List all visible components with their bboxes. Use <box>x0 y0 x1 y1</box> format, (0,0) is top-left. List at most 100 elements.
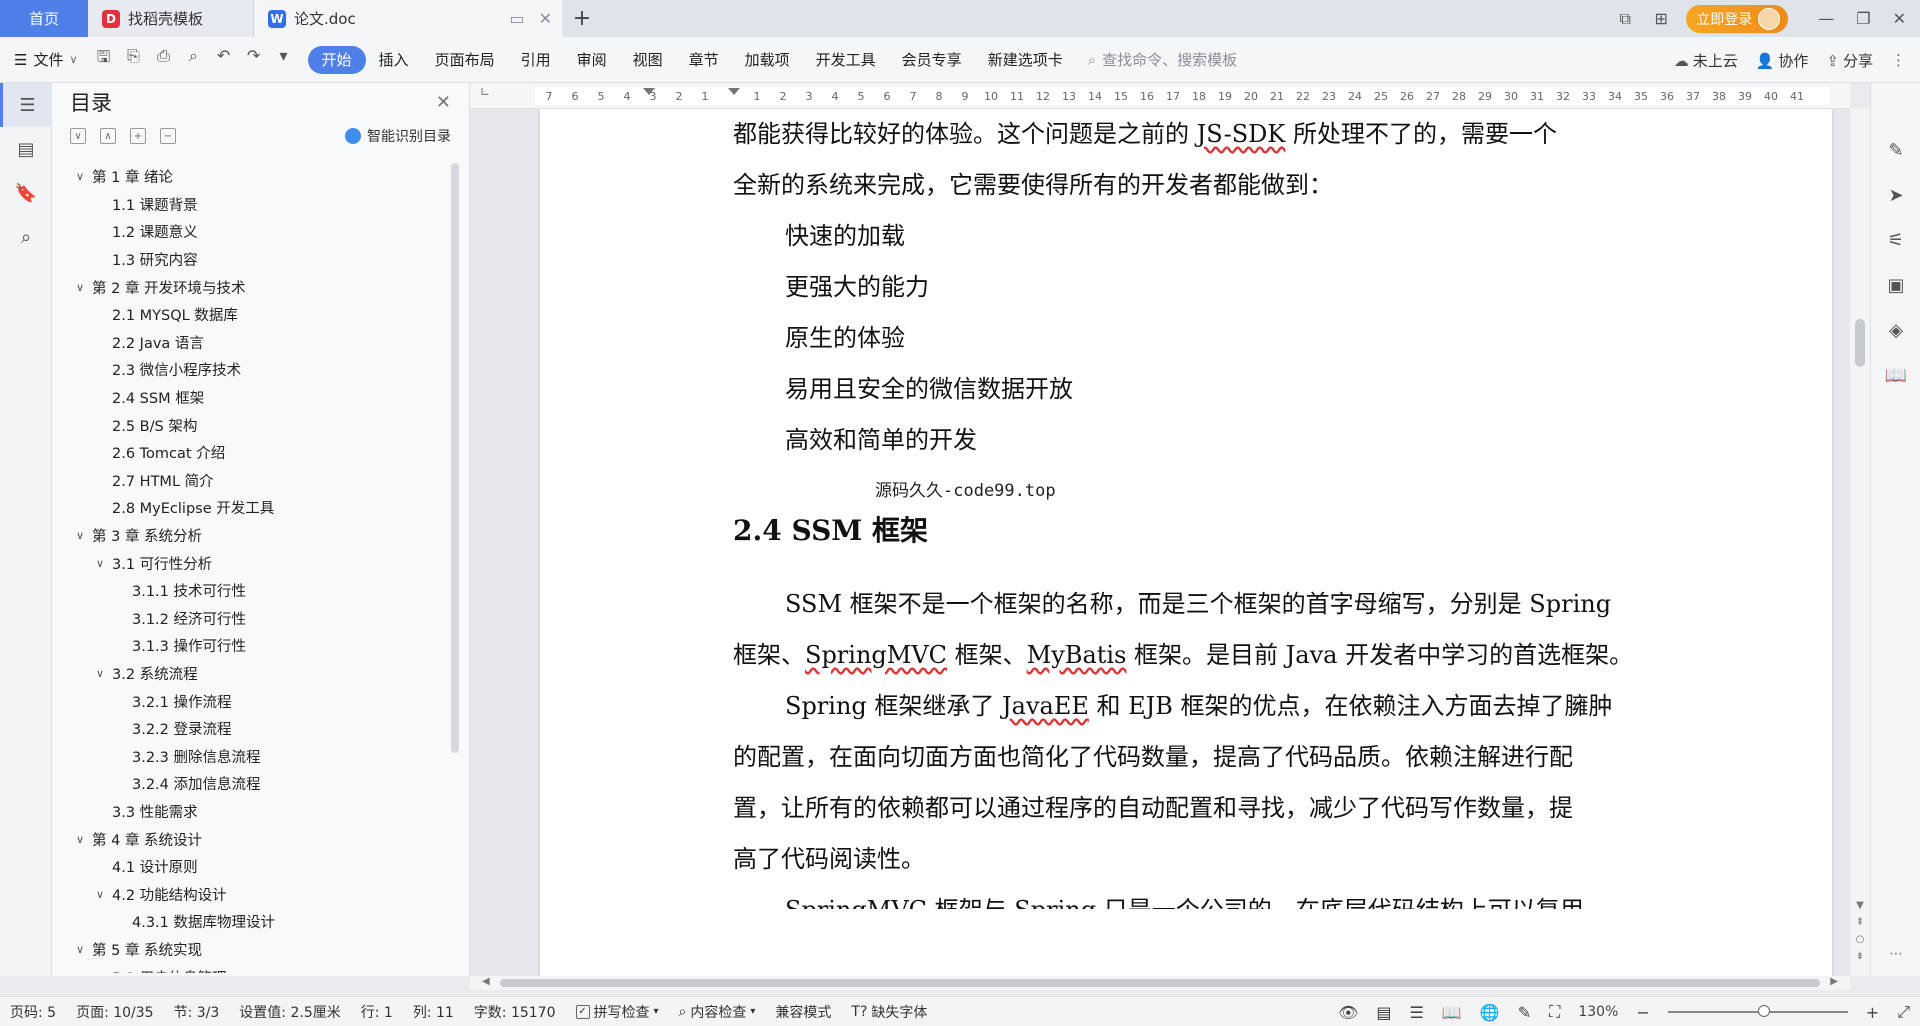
image-tool-icon[interactable]: ▣ <box>1871 263 1920 308</box>
print-icon[interactable]: ⎙ <box>154 46 174 73</box>
new-tab-button[interactable]: + <box>562 0 602 37</box>
smart-toc-button[interactable]: 智能识别目录 <box>345 126 451 146</box>
toc-item[interactable]: 3.1.2 经济可行性 <box>52 605 452 633</box>
tab-review[interactable]: 审阅 <box>564 46 620 74</box>
collapse-all-icon[interactable]: ∨ <box>70 128 86 144</box>
chevron-down-icon[interactable]: ∨ <box>72 833 88 846</box>
tab-insert[interactable]: 插入 <box>366 46 422 74</box>
toc-item[interactable]: ∨ 4.2 功能结构设计 <box>52 880 452 908</box>
tab-close-icon[interactable]: ✕ <box>539 9 552 28</box>
redo-icon[interactable]: ↷ <box>244 46 264 73</box>
missing-font-button[interactable]: T? 缺失字体 <box>851 1002 927 1022</box>
toc-item[interactable]: 2.3 微信小程序技术 <box>52 356 452 384</box>
undo-icon[interactable]: ↶ <box>214 46 234 73</box>
file-menu[interactable]: ☰ 文件 ∨ <box>14 49 78 70</box>
toc-item[interactable]: 2.4 SSM 框架 <box>52 384 452 412</box>
toc-item[interactable]: ∨ 第 5 章 系统实现 <box>52 936 452 964</box>
customize-toolbar-icon[interactable]: ▾ <box>274 46 294 73</box>
more-menu-icon[interactable]: ⋮ <box>1891 51 1906 69</box>
prev-page-icon[interactable]: ⇞ <box>1856 917 1864 928</box>
tab-page-layout[interactable]: 页面布局 <box>422 46 508 74</box>
login-button[interactable]: 立即登录 <box>1686 4 1789 33</box>
reading-view-icon[interactable]: 📖 <box>1442 1003 1462 1022</box>
properties-sliders-icon[interactable]: ⚟ <box>1871 218 1920 263</box>
right-rail-more-icon[interactable]: ⋯ <box>1871 946 1920 962</box>
cloud-status-button[interactable]: ☁ 未上云 <box>1674 50 1738 71</box>
document-content[interactable]: 都能获得比较好的体验。这个问题是之前的 JS-SDK 所处理不了的，需要一个 全… <box>733 109 1633 909</box>
close-window-icon[interactable]: ✕ <box>1893 9 1906 28</box>
status-page[interactable]: 页码: 5 <box>10 1002 56 1022</box>
zoom-level[interactable]: 130% <box>1578 1004 1618 1020</box>
toc-item[interactable]: 2.6 Tomcat 介绍 <box>52 439 452 467</box>
status-row[interactable]: 行: 1 <box>361 1002 393 1022</box>
minimize-icon[interactable]: — <box>1818 9 1834 28</box>
share-button[interactable]: ⇪ 分享 <box>1826 50 1873 71</box>
print-preview-icon[interactable]: ⌕ <box>184 46 204 73</box>
toc-item[interactable]: ∨ 3.1 可行性分析 <box>52 549 452 577</box>
tab-home[interactable]: 首页 <box>0 0 88 37</box>
first-line-indent-marker[interactable] <box>643 88 655 95</box>
command-search[interactable]: ⌕ 查找命令、搜索模板 <box>1088 49 1237 70</box>
zoom-out-icon[interactable]: − <box>1636 1003 1649 1022</box>
tab-document[interactable]: W 论文.doc ▭ ✕ <box>254 0 562 37</box>
reading-book-icon[interactable]: 📖 <box>1871 353 1920 398</box>
find-icon[interactable]: ⌕ <box>0 215 52 259</box>
chevron-down-icon[interactable]: ∨ <box>92 888 108 901</box>
eye-protection-icon[interactable]: 👁 <box>1338 1003 1358 1022</box>
status-words[interactable]: 字数: 15170 <box>474 1002 556 1022</box>
toc-item[interactable]: 4.3.1 数据库物理设计 <box>52 908 452 936</box>
chevron-down-icon[interactable]: ∨ <box>72 281 88 294</box>
tab-start[interactable]: 开始 <box>307 45 366 74</box>
chevron-down-icon[interactable]: ∨ <box>72 170 88 183</box>
chapter-nav-icon[interactable]: ▤ <box>0 127 52 171</box>
toc-item[interactable]: 1.2 课题意义 <box>52 218 452 246</box>
horizontal-scroll-thumb[interactable] <box>500 979 1820 987</box>
toc-item[interactable]: 3.2.3 删除信息流程 <box>52 742 452 770</box>
restore-icon[interactable]: ❐ <box>1856 9 1870 28</box>
ai-assistant-icon[interactable]: ◈ <box>1871 308 1920 353</box>
screen-layout-icon[interactable]: ⧉ <box>1614 8 1636 30</box>
toc-item[interactable]: ∨ 第 1 章 绪论 <box>52 163 452 191</box>
fullscreen-icon[interactable]: ⤢ <box>1897 1002 1910 1022</box>
select-browse-icon[interactable]: ○ <box>1856 934 1865 945</box>
toc-item[interactable]: 2.5 B/S 架构 <box>52 411 452 439</box>
fit-page-icon[interactable]: ⛶ <box>1549 1002 1560 1022</box>
expand-all-icon[interactable]: ∧ <box>100 128 116 144</box>
ruler-corner-icon[interactable]: ∟ <box>480 85 490 99</box>
bookmark-icon[interactable]: 🔖 <box>0 171 52 215</box>
tab-addins[interactable]: 加载项 <box>732 46 803 74</box>
toc-item[interactable]: 1.1 课题背景 <box>52 191 452 219</box>
toc-scrollbar[interactable] <box>451 163 459 753</box>
save-icon[interactable]: 🖫 <box>94 46 114 73</box>
tab-member[interactable]: 会员专享 <box>889 46 975 74</box>
toc-item[interactable]: 3.1.1 技术可行性 <box>52 577 452 605</box>
toc-item[interactable]: 3.2.4 添加信息流程 <box>52 770 452 798</box>
tab-view[interactable]: 视图 <box>620 46 676 74</box>
vertical-scroll-thumb[interactable] <box>1855 319 1865 367</box>
zoom-slider-knob[interactable] <box>1757 1005 1770 1017</box>
toc-item[interactable]: 2.7 HTML 简介 <box>52 467 452 495</box>
collaborate-button[interactable]: 👤 协作 <box>1756 50 1809 71</box>
status-setting[interactable]: 设置值: 2.5厘米 <box>239 1002 340 1022</box>
content-check-button[interactable]: ⌕ 内容检查 ▾ <box>679 1002 756 1022</box>
remove-heading-icon[interactable]: − <box>160 128 176 144</box>
indent-marker[interactable] <box>728 88 740 95</box>
toc-item[interactable]: 1.3 研究内容 <box>52 246 452 274</box>
tab-references[interactable]: 引用 <box>508 46 564 74</box>
toc-item[interactable]: 3.2.2 登录流程 <box>52 715 452 743</box>
compat-mode-label[interactable]: 兼容模式 <box>775 1002 831 1022</box>
toc-close-icon[interactable]: ✕ <box>436 92 451 113</box>
outline-view-icon[interactable]: ☰ <box>1410 1003 1424 1022</box>
vertical-scrollbar[interactable]: ▼ ⇞ ○ ⇟ <box>1850 109 1870 976</box>
scroll-down-icon[interactable]: ▼ <box>1856 900 1864 911</box>
spell-check-button[interactable]: ✓ 拼写检查 ▾ <box>575 1002 659 1022</box>
export-pdf-icon[interactable]: ⎘ <box>124 46 144 73</box>
add-heading-icon[interactable]: + <box>130 128 146 144</box>
tab-window-icon[interactable]: ▭ <box>509 9 524 28</box>
toc-item[interactable]: ∨ 第 2 章 开发环境与技术 <box>52 273 452 301</box>
toc-item[interactable]: 4.1 设计原则 <box>52 853 452 881</box>
toc-item[interactable]: ∨ 第 3 章 系统分析 <box>52 522 452 550</box>
next-page-icon[interactable]: ⇟ <box>1856 951 1864 962</box>
scroll-right-icon[interactable]: ▶ <box>1830 976 1838 987</box>
status-col[interactable]: 列: 11 <box>413 1002 454 1022</box>
